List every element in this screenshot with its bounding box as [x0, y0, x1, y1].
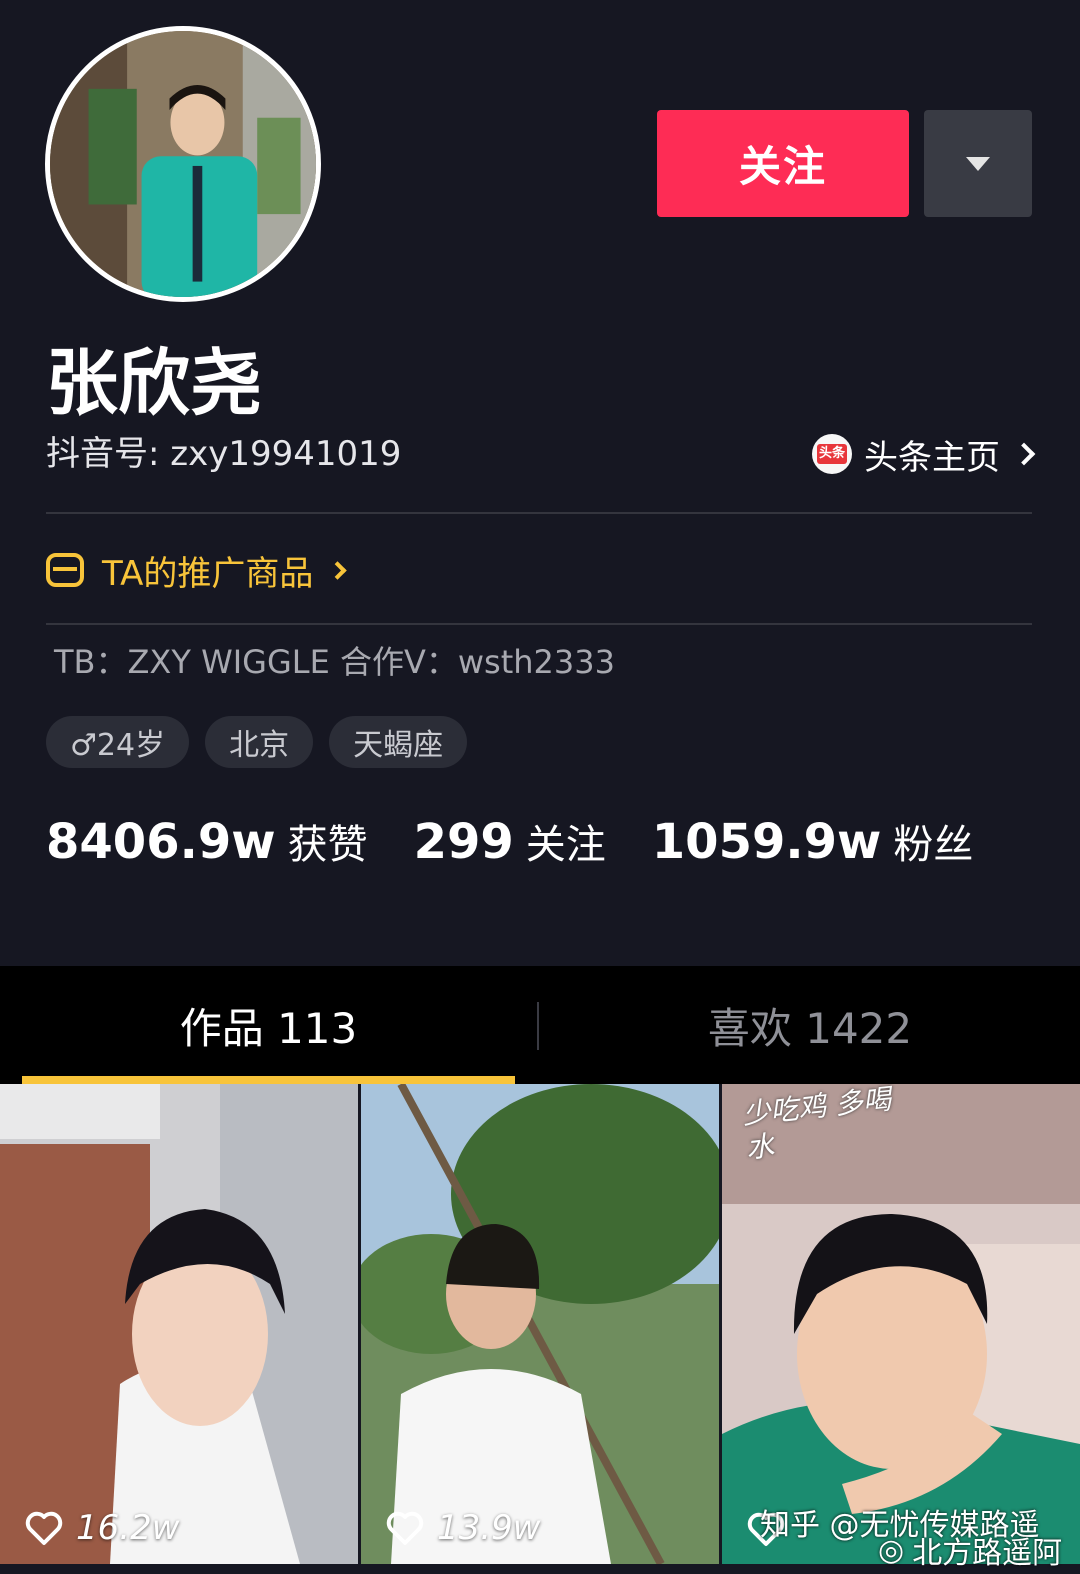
profile-stats: 8406.9w 获赞 299 关注 1059.9w 粉丝 [46, 812, 973, 870]
chevron-right-icon [328, 560, 348, 580]
profile-page: 关注 张欣尧 抖音号: zxy19941019 头条 头条主页 TA的推广商品 … [0, 0, 1080, 1574]
heart-icon [385, 1509, 425, 1547]
heart-icon [24, 1509, 64, 1547]
profile-nickname: 张欣尧 [46, 341, 263, 425]
douyin-id: 抖音号: zxy19941019 [46, 434, 402, 474]
like-count-text: 16.2w [76, 1508, 180, 1548]
video-thumbnail[interactable]: 13.9w [361, 1084, 719, 1564]
toutiao-badge-text: 头条 [816, 444, 847, 464]
follow-button[interactable]: 关注 [657, 110, 909, 217]
toutiao-label: 头条主页 [864, 437, 1000, 478]
video-thumbnail[interactable]: 少吃鸡 多喝水 [722, 1084, 1080, 1564]
tab-works[interactable]: 作品 113 [22, 966, 515, 1084]
shop-bag-icon [46, 553, 84, 587]
promoted-products-link[interactable]: TA的推广商品 [46, 545, 348, 595]
active-tab-indicator [22, 1076, 515, 1084]
chevron-right-icon [1012, 442, 1036, 466]
weibo-logo-icon: ◎ [878, 1532, 905, 1568]
promo-label: TA的推广商品 [102, 553, 314, 594]
stat-value: 299 [413, 814, 514, 870]
video-like-count: 13.9w [385, 1508, 541, 1548]
profile-header: 关注 张欣尧 抖音号: zxy19941019 头条 头条主页 TA的推广商品 … [0, 0, 1080, 966]
watermark-text: 北方路遥阿 [912, 1536, 1063, 1571]
tag-zodiac: 天蝎座 [329, 716, 468, 768]
avatar[interactable] [45, 26, 321, 302]
stat-following[interactable]: 299 关注 [414, 812, 606, 870]
toutiao-logo-icon: 头条 [812, 434, 852, 474]
divider [46, 512, 1032, 514]
stat-value: 1059.9w [651, 814, 882, 870]
tag-location: 北京 [205, 716, 314, 768]
profile-tags: ♂24岁 北京 天蝎座 [46, 716, 468, 768]
tab-separator [537, 1002, 539, 1050]
stat-label: 关注 [525, 822, 606, 868]
video-like-count: 16.2w [24, 1508, 180, 1548]
stat-value: 8406.9w [46, 814, 276, 870]
tag-age: ♂24岁 [46, 716, 190, 768]
stat-label: 粉丝 [893, 822, 974, 868]
caret-down-icon [966, 156, 990, 171]
stat-followers[interactable]: 1059.9w 粉丝 [652, 812, 974, 870]
profile-bio: TB：ZXY WIGGLE 合作V：wsth2333 [54, 643, 615, 681]
video-cover-image [361, 1084, 719, 1564]
content-tabs: 作品 113 喜欢 1422 [0, 966, 1080, 1084]
tab-likes[interactable]: 喜欢 1422 [540, 966, 1080, 1084]
more-options-button[interactable] [924, 110, 1032, 217]
video-cover-image [0, 1084, 358, 1564]
toutiao-homepage-link[interactable]: 头条 头条主页 [812, 430, 1036, 478]
stat-label: 获赞 [287, 822, 368, 868]
like-count-text: 13.9w [437, 1508, 541, 1548]
avatar-photo [50, 31, 316, 297]
stat-likes-received: 8406.9w 获赞 [46, 812, 368, 870]
divider [46, 623, 1032, 625]
weibo-watermark: ◎ 北方路遥阿 [878, 1528, 1062, 1572]
video-thumbnail[interactable]: 16.2w [0, 1084, 358, 1564]
